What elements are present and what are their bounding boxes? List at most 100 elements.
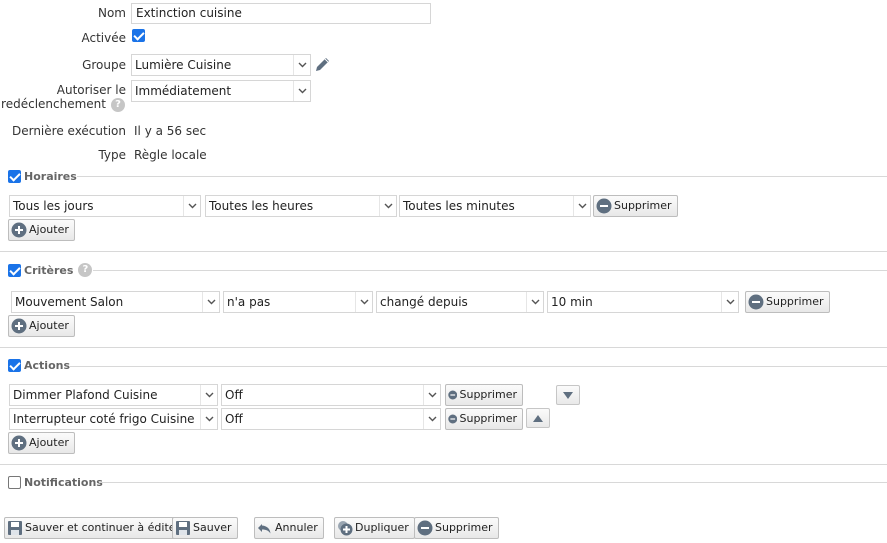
schedule-minutes-select[interactable]: Toutes les minutes	[399, 195, 591, 217]
criteria-condition-select[interactable]: changé depuis	[376, 291, 544, 313]
name-label: Nom	[97, 6, 126, 20]
chevron-down-icon	[293, 81, 310, 101]
schedule-delete-button[interactable]: Supprimer	[593, 195, 678, 217]
chevron-down-icon	[202, 292, 219, 312]
retrigger-select[interactable]: Immédiatement	[131, 80, 311, 102]
delete-label: Supprimer	[435, 521, 493, 534]
minus-circle-icon	[417, 520, 433, 536]
criteria-operator-select[interactable]: n'a pas	[223, 291, 373, 313]
schedule-minutes-value: Toutes les minutes	[403, 199, 515, 213]
action-device-select[interactable]: Interrupteur coté frigo Cuisine	[9, 408, 218, 430]
action-device-select[interactable]: Dimmer Plafond Cuisine	[9, 384, 218, 406]
help-icon[interactable]: ?	[78, 263, 93, 277]
plus-circle-icon	[11, 435, 27, 451]
notifications-checkbox[interactable]	[8, 476, 21, 489]
minus-circle-icon	[448, 414, 458, 424]
schedule-delete-label: Supprimer	[614, 199, 672, 212]
criteria-device-select[interactable]: Mouvement Salon	[11, 291, 220, 313]
save-continue-label: Sauver et continuer à éditer	[25, 521, 181, 534]
action-add-button[interactable]: Ajouter	[8, 432, 75, 454]
chevron-down-icon	[573, 196, 590, 216]
schedules-title: Horaires	[24, 170, 77, 183]
minus-circle-icon	[596, 198, 612, 214]
divider	[0, 251, 887, 252]
schedules-checkbox[interactable]	[8, 170, 21, 183]
plus-circle-icon	[11, 222, 27, 238]
type-label: Type	[98, 148, 126, 162]
schedule-hours-value: Toutes les heures	[209, 199, 314, 213]
active-checkbox[interactable]	[132, 29, 145, 42]
actions-checkbox[interactable]	[8, 359, 21, 372]
criteria-delete-button[interactable]: Supprimer	[745, 291, 830, 313]
retrigger-label-line2: redéclenchement	[1, 97, 106, 111]
notifications-title: Notifications	[24, 476, 103, 489]
actions-header: Actions	[8, 359, 70, 372]
cancel-label: Annuler	[275, 521, 318, 534]
save-icon	[176, 521, 190, 535]
action-delete-button[interactable]: Supprimer	[445, 384, 523, 406]
criteria-duration-select[interactable]: 10 min	[547, 291, 739, 313]
active-label: Activée	[81, 31, 126, 45]
last-exec-value: Il y a 56 sec	[134, 124, 207, 138]
schedule-add-button[interactable]: Ajouter	[8, 219, 75, 241]
criteria-title: Critères	[24, 263, 74, 277]
criteria-condition-value: changé depuis	[380, 295, 468, 309]
chevron-down-icon	[423, 409, 440, 429]
action-delete-label: Supprimer	[459, 388, 517, 401]
divider	[0, 347, 887, 348]
save-continue-button[interactable]: Sauver et continuer à éditer	[4, 517, 187, 539]
name-input[interactable]: Extinction cuisine	[131, 3, 431, 24]
group-select-value: Lumière Cuisine	[135, 58, 232, 72]
pencil-icon[interactable]	[314, 56, 331, 76]
criteria-delete-label: Supprimer	[766, 295, 824, 308]
action-value-select[interactable]: Off	[221, 384, 441, 406]
save-button[interactable]: Sauver	[172, 517, 238, 539]
retrigger-label-line1: Autoriser le	[56, 83, 126, 97]
chevron-down-icon	[721, 292, 738, 312]
minus-circle-icon	[448, 390, 458, 400]
cancel-button[interactable]: Annuler	[254, 517, 324, 539]
action-delete-label: Supprimer	[459, 412, 517, 425]
duplicate-button[interactable]: Dupliquer	[334, 517, 415, 539]
action-add-label: Ajouter	[29, 436, 69, 449]
criteria-checkbox[interactable]	[8, 263, 21, 277]
divider	[69, 366, 887, 367]
criteria-duration-value: 10 min	[551, 295, 593, 309]
action-value-value: Off	[225, 412, 243, 426]
notifications-header: Notifications	[8, 476, 103, 489]
last-exec-label: Dernière exécution	[11, 124, 126, 138]
chevron-down-icon	[423, 385, 440, 405]
action-device-value: Interrupteur coté frigo Cuisine	[13, 412, 195, 426]
divider	[0, 464, 887, 465]
action-device-value: Dimmer Plafond Cuisine	[13, 388, 158, 402]
delete-button[interactable]: Supprimer	[414, 517, 499, 539]
group-select[interactable]: Lumière Cuisine	[131, 54, 311, 76]
action-value-value: Off	[225, 388, 243, 402]
move-down-button[interactable]	[556, 385, 580, 405]
actions-title: Actions	[24, 359, 70, 372]
help-icon[interactable]: ?	[111, 98, 125, 112]
criteria-add-label: Ajouter	[29, 319, 69, 332]
chevron-down-icon	[379, 196, 396, 216]
chevron-down-icon	[526, 292, 543, 312]
criteria-add-button[interactable]: Ajouter	[8, 315, 75, 337]
group-label: Groupe	[82, 58, 126, 72]
divider	[77, 176, 887, 177]
chevron-down-icon	[183, 196, 200, 216]
action-delete-button[interactable]: Supprimer	[445, 408, 523, 430]
minus-circle-icon	[748, 294, 764, 310]
chevron-down-icon	[200, 385, 217, 405]
criteria-device-value: Mouvement Salon	[15, 295, 124, 309]
schedule-days-select[interactable]: Tous les jours	[9, 195, 201, 217]
undo-icon	[258, 524, 271, 534]
schedule-days-value: Tous les jours	[13, 199, 94, 213]
chevron-down-icon	[293, 55, 310, 75]
move-up-button[interactable]	[526, 408, 550, 428]
retrigger-select-value: Immédiatement	[135, 84, 232, 98]
criteria-header: Critères ?	[8, 263, 93, 277]
schedules-header: Horaires	[8, 170, 77, 183]
type-value: Règle locale	[134, 148, 207, 162]
schedule-hours-select[interactable]: Toutes les heures	[205, 195, 397, 217]
save-label: Sauver	[193, 521, 232, 534]
action-value-select[interactable]: Off	[221, 408, 441, 430]
